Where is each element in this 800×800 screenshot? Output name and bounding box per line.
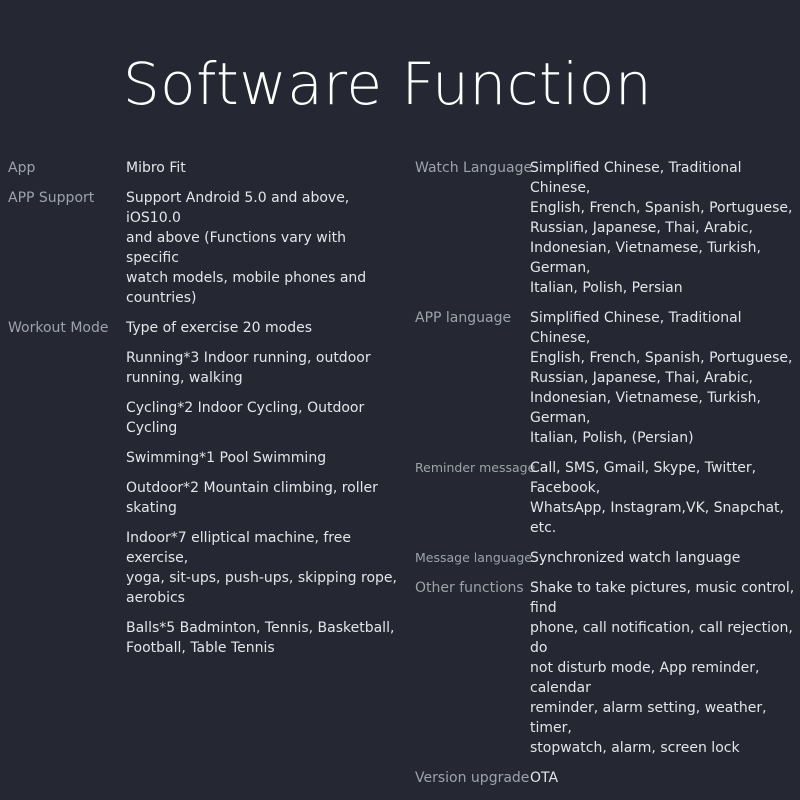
value-line: Swimming*1 Pool Swimming <box>126 450 327 466</box>
spec-label-message-language: Message language <box>415 550 532 565</box>
value-line: Outdoor*2 Mountain climbing, roller <box>126 480 378 496</box>
value-line: stopwatch, alarm, screen lock <box>530 740 740 756</box>
value-line: English, French, Spanish, Portuguese, <box>530 350 793 366</box>
value-line: countries) <box>126 290 197 306</box>
spec-value-other-functions: Shake to take pictures, music control, f… <box>530 578 800 758</box>
value-line: Simplified Chinese, Traditional Chinese, <box>530 310 742 346</box>
spec-value-message-language: Synchronized watch language <box>530 548 800 568</box>
value-line: Indonesian, Vietnamese, Turkish, German, <box>530 390 761 426</box>
left-spec-column: App Mibro Fit APP Support Support Androi… <box>8 158 400 658</box>
value-line: Type of exercise 20 modes <box>126 320 313 336</box>
value-line: Cycling*2 Indoor Cycling, Outdoor Cyclin… <box>126 400 365 436</box>
value-line: Italian, Polish, Persian <box>530 280 683 296</box>
spec-row-app-support: APP Support Support Android 5.0 and abov… <box>8 188 400 308</box>
value-line: Call, SMS, Gmail, Skype, Twitter, Facebo… <box>530 460 757 496</box>
value-line: WhatsApp, Instagram,VK, Snapchat, etc. <box>530 500 784 536</box>
page-title: Software Function <box>122 50 653 118</box>
value-line: Running*3 Indoor running, outdoor <box>126 350 371 366</box>
value-line: Support Android 5.0 and above, iOS10.0 <box>126 190 350 226</box>
value-line: reminder, alarm setting, weather, timer, <box>530 700 767 736</box>
spec-value-watch-language: Simplified Chinese, Traditional Chinese,… <box>530 158 800 298</box>
spec-row-watch-language: Watch Language Simplified Chinese, Tradi… <box>415 158 800 298</box>
value-line: English, French, Spanish, Portuguese, <box>530 200 793 216</box>
workout-item-running: Running*3 Indoor running, outdoor runnin… <box>126 348 400 388</box>
workout-item-indoor: Indoor*7 elliptical machine, free exerci… <box>126 528 400 608</box>
value-line: aerobics <box>126 590 185 606</box>
spec-value-app: Mibro Fit <box>126 160 186 176</box>
spec-label-other-functions: Other functions <box>415 580 524 596</box>
workout-item-swimming: Swimming*1 Pool Swimming <box>126 448 400 468</box>
value-line: Synchronized watch language <box>530 550 741 566</box>
spec-label-app-support: APP Support <box>8 190 95 206</box>
value-line: OTA <box>530 770 559 786</box>
spec-label-app-language: APP language <box>415 310 512 326</box>
spec-label-app: App <box>8 160 36 176</box>
value-line: Balls*5 Badminton, Tennis, Basketball, <box>126 620 395 636</box>
spec-row-workout-mode: Workout Mode Type of exercise 20 modes R… <box>8 318 400 658</box>
spec-value-app-support: Support Android 5.0 and above, iOS10.0 a… <box>126 188 400 308</box>
value-line: skating <box>126 500 177 516</box>
spec-row-version-upgrade: Version upgrade OTA <box>415 768 800 788</box>
right-spec-column: Watch Language Simplified Chinese, Tradi… <box>415 158 800 788</box>
value-line: Italian, Polish, (Persian) <box>530 430 694 446</box>
value-line: running, walking <box>126 370 243 386</box>
spec-row-app-language: APP language Simplified Chinese, Traditi… <box>415 308 800 448</box>
spec-row-message-language: Message language Synchronized watch lang… <box>415 548 800 568</box>
workout-item-summary: Type of exercise 20 modes <box>126 318 400 338</box>
spec-row-reminder-message: Reminder message Call, SMS, Gmail, Skype… <box>415 458 800 538</box>
spec-value-app-language: Simplified Chinese, Traditional Chinese,… <box>530 308 800 448</box>
spec-label-version-upgrade: Version upgrade <box>415 770 530 786</box>
value-line: not disturb mode, App reminder, calendar <box>530 660 760 696</box>
value-line: watch models, mobile phones and <box>126 270 367 286</box>
spec-label-reminder-message: Reminder message <box>415 460 536 475</box>
value-line: and above (Functions vary with specific <box>126 230 346 266</box>
spec-value-reminder-message: Call, SMS, Gmail, Skype, Twitter, Facebo… <box>530 458 800 538</box>
value-line: Russian, Japanese, Thai, Arabic, <box>530 370 753 386</box>
value-line: yoga, sit-ups, push-ups, skipping rope, <box>126 570 397 586</box>
value-line: Indoor*7 elliptical machine, free exerci… <box>126 530 351 566</box>
value-line: Russian, Japanese, Thai, Arabic, <box>530 220 753 236</box>
spec-row-other-functions: Other functions Shake to take pictures, … <box>415 578 800 758</box>
spec-label-workout-mode: Workout Mode <box>8 320 109 336</box>
value-line: phone, call notification, call rejection… <box>530 620 793 656</box>
value-line: Shake to take pictures, music control, f… <box>530 580 795 616</box>
spec-value-version-upgrade: OTA <box>530 768 800 788</box>
workout-item-cycling: Cycling*2 Indoor Cycling, Outdoor Cyclin… <box>126 398 400 438</box>
workout-item-outdoor: Outdoor*2 Mountain climbing, roller skat… <box>126 478 400 518</box>
spec-row-app: App Mibro Fit <box>8 158 400 178</box>
value-line: Football, Table Tennis <box>126 640 275 656</box>
value-line: Simplified Chinese, Traditional Chinese, <box>530 160 742 196</box>
value-line: Indonesian, Vietnamese, Turkish, German, <box>530 240 761 276</box>
workout-item-balls: Balls*5 Badminton, Tennis, Basketball, F… <box>126 618 400 658</box>
spec-label-watch-language: Watch Language <box>415 160 533 176</box>
spec-value-workout-mode: Type of exercise 20 modes Running*3 Indo… <box>126 318 400 658</box>
